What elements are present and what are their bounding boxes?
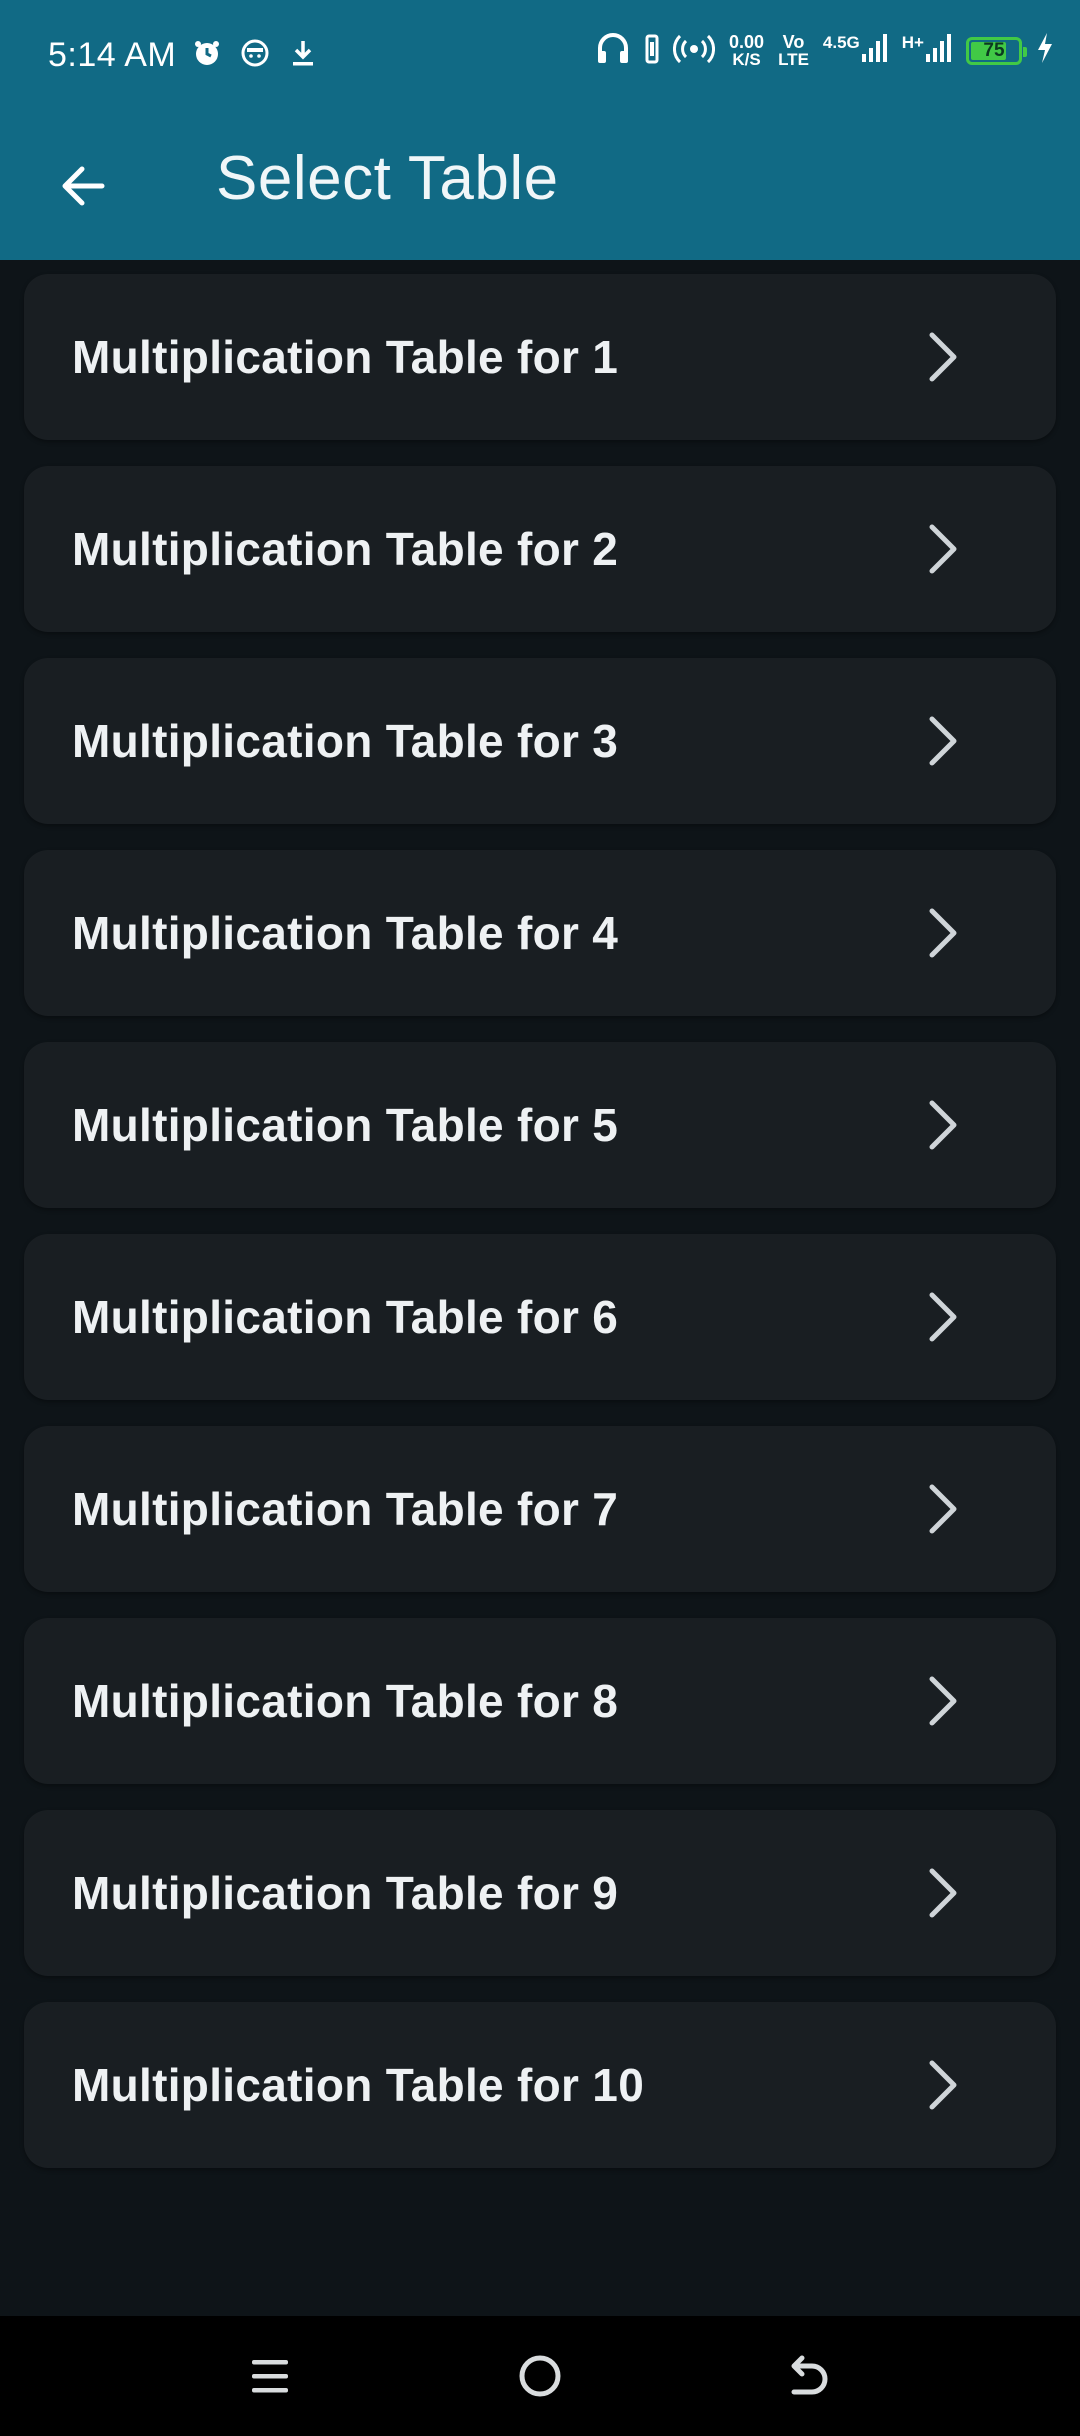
arrow-back-icon [56,159,110,218]
table-item-label: Multiplication Table for 5 [72,1099,619,1151]
chevron-right-icon [929,716,957,766]
chevron-right-icon [929,1868,957,1918]
table-item-7[interactable]: Multiplication Table for 7 [24,1426,1056,1592]
table-item-label: Multiplication Table for 6 [72,1291,619,1343]
table-item-6[interactable]: Multiplication Table for 6 [24,1234,1056,1400]
volte-bottom: LTE [778,50,809,69]
table-item-1[interactable]: Multiplication Table for 1 [24,274,1056,440]
signal-icon [926,32,952,69]
net-speed: 0.00 K/S [729,33,764,68]
table-item-5[interactable]: Multiplication Table for 5 [24,1042,1056,1208]
table-item-3[interactable]: Multiplication Table for 3 [24,658,1056,824]
table-item-label: Multiplication Table for 7 [72,1483,619,1535]
battery-indicator: 75 [966,36,1027,65]
home-icon [519,2355,561,2397]
face-icon [240,38,270,68]
vibrate-icon [645,30,659,71]
table-item-label: Multiplication Table for 9 [72,1867,619,1919]
table-item-8[interactable]: Multiplication Table for 8 [24,1618,1056,1784]
chevron-right-icon [929,2060,957,2110]
battery-level: 75 [983,39,1005,61]
battery-cap [1023,46,1027,57]
signal-1: 4.5G [823,32,888,69]
table-item-2[interactable]: Multiplication Table for 2 [24,466,1056,632]
menu-icon [252,2360,288,2393]
volte-top: Vo [782,32,805,52]
chevron-right-icon [929,1484,957,1534]
status-right-icons: 0.00 K/S Vo LTE 4.5G H+ 75 [595,30,1054,71]
back-button[interactable] [40,145,126,231]
table-item-label: Multiplication Table for 1 [72,331,619,383]
charging-icon [1036,32,1054,69]
chevron-right-icon [929,908,957,958]
table-item-10[interactable]: Multiplication Table for 10 [24,2002,1056,2168]
system-nav-bar [0,2316,1080,2436]
status-left-icons [192,38,318,68]
hotspot-icon [673,30,715,71]
net-speed-value: 0.00 [729,32,765,52]
volte-indicator: Vo LTE [778,33,809,68]
network-type-1: 4.5G [822,33,860,52]
status-time: 5:14 AM [48,36,177,74]
nav-home-button[interactable] [500,2336,580,2416]
headphones-icon [595,30,631,71]
chevron-right-icon [929,524,957,574]
table-item-9[interactable]: Multiplication Table for 9 [24,1810,1056,1976]
table-item-label: Multiplication Table for 2 [72,523,619,575]
alarm-icon [192,38,222,68]
download-icon [288,38,318,68]
chevron-right-icon [929,332,957,382]
table-item-label: Multiplication Table for 4 [72,907,619,959]
table-list: Multiplication Table for 1 Multiplicatio… [24,274,1056,2194]
table-item-4[interactable]: Multiplication Table for 4 [24,850,1056,1016]
back-icon [791,2355,828,2395]
chevron-right-icon [929,1100,957,1150]
chevron-right-icon [929,1676,957,1726]
table-item-label: Multiplication Table for 10 [72,2059,645,2111]
app-bar: Select Table [0,115,1080,260]
net-speed-unit: K/S [732,50,761,69]
nav-menu-button[interactable] [230,2336,310,2416]
network-type-2: H+ [901,33,924,52]
signal-2: H+ [902,32,952,69]
signal-icon [861,32,888,69]
page-title: Select Table [216,144,559,213]
nav-back-button[interactable] [770,2336,850,2416]
table-item-label: Multiplication Table for 8 [72,1675,619,1727]
chevron-right-icon [929,1292,957,1342]
status-bar: 5:14 AM 0.00 K/S Vo LTE 4.5G H+ 75 [0,0,1080,115]
table-item-label: Multiplication Table for 3 [72,715,619,767]
